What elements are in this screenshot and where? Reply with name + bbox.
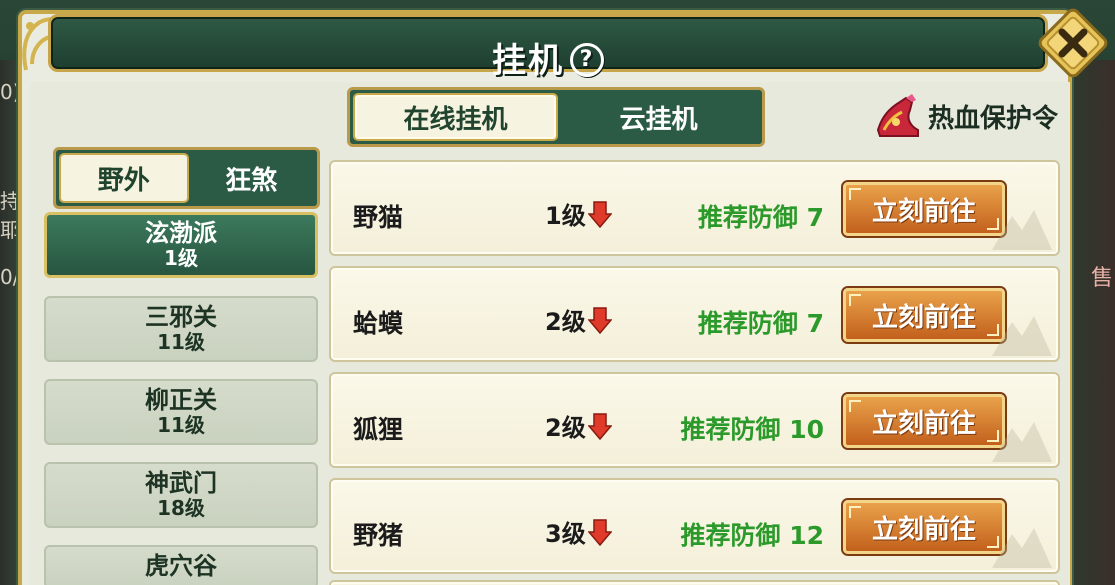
- dialog-title-text: 挂机: [492, 41, 564, 81]
- zone-level: 11级: [157, 330, 205, 355]
- blood-protection-label: 热血保护令: [928, 103, 1059, 134]
- title-bar: 挂机?: [48, 14, 1048, 81]
- zone-name: 柳正关: [145, 385, 217, 414]
- monster-row-partial: [329, 580, 1060, 585]
- recommended-defense: 推荐防御 7: [697, 203, 824, 232]
- monster-level: 1级: [545, 196, 612, 231]
- mountain-decoration-icon: [992, 422, 1052, 462]
- close-button[interactable]: [1036, 6, 1110, 80]
- monster-level-text: 2级: [545, 308, 586, 336]
- help-icon[interactable]: ?: [570, 42, 604, 77]
- backdrop-fragment: 售: [1090, 266, 1113, 291]
- monster-level-text: 1级: [545, 202, 586, 230]
- tab-wild[interactable]: 野外: [59, 153, 189, 203]
- zone-name: 三邪关: [145, 302, 217, 331]
- zone-item[interactable]: 柳正关 11级: [44, 379, 318, 445]
- mode-tabs: 在线挂机 云挂机: [347, 87, 765, 147]
- monster-level: 3级: [545, 514, 612, 549]
- zone-item[interactable]: 泫渤派 1级: [44, 212, 318, 278]
- monster-name: 蛤蟆: [353, 309, 404, 338]
- tab-cloud-afk[interactable]: 云挂机: [558, 93, 759, 141]
- mountain-decoration-icon: [992, 210, 1052, 250]
- arrow-down-icon: [587, 200, 612, 228]
- go-now-button[interactable]: 立刻前往: [843, 182, 1005, 236]
- go-now-button[interactable]: 立刻前往: [843, 500, 1005, 554]
- monster-name: 狐狸: [353, 415, 404, 444]
- monster-level: 2级: [545, 302, 612, 337]
- mountain-decoration-icon: [992, 316, 1052, 356]
- backdrop-fragment: 0/: [0, 265, 20, 289]
- mountain-decoration-icon: [992, 528, 1052, 568]
- shoe-icon: [876, 94, 919, 137]
- recommended-defense: 推荐防御 10: [680, 415, 825, 444]
- blood-protection-button[interactable]: 热血保护令: [872, 92, 1058, 140]
- arrow-down-icon: [587, 518, 612, 546]
- monster-level-text: 2级: [545, 414, 586, 442]
- arrow-down-icon: [587, 306, 612, 334]
- zone-name: 泫渤派: [145, 218, 217, 247]
- monster-name: 野猫: [353, 203, 404, 232]
- recommended-defense: 推荐防御 7: [697, 309, 824, 338]
- monster-row: 蛤蟆 2级 推荐防御 7 立刻前往: [329, 266, 1060, 362]
- monster-name: 野猪: [353, 521, 404, 550]
- arrow-down-icon: [587, 412, 612, 440]
- monster-level: 2级: [545, 408, 612, 443]
- go-now-button[interactable]: 立刻前往: [843, 288, 1005, 342]
- monster-level-text: 3级: [545, 520, 586, 548]
- zone-item[interactable]: 虎穴谷: [44, 545, 318, 585]
- zone-item[interactable]: 神武门 18级: [44, 462, 318, 528]
- recommended-defense: 推荐防御 12: [680, 521, 825, 550]
- area-tabs: 野外 狂煞: [53, 147, 320, 209]
- monster-row: 狐狸 2级 推荐防御 10 立刻前往: [329, 372, 1060, 468]
- monster-row: 野猪 3级 推荐防御 12 立刻前往: [329, 478, 1060, 574]
- tab-online-afk[interactable]: 在线挂机: [353, 93, 558, 141]
- zone-level: 18级: [157, 496, 205, 521]
- zone-level: 11级: [157, 413, 205, 438]
- monster-row: 野猫 1级 推荐防御 7 立刻前往: [329, 160, 1060, 256]
- dialog-title: 挂机?: [51, 33, 1045, 82]
- go-now-button[interactable]: 立刻前往: [843, 394, 1005, 448]
- zone-item[interactable]: 三邪关 11级: [44, 296, 318, 362]
- zone-level: 1级: [164, 246, 198, 271]
- zone-name: 虎穴谷: [145, 552, 217, 580]
- tab-rage[interactable]: 狂煞: [189, 153, 315, 203]
- zone-name: 神武门: [145, 468, 217, 497]
